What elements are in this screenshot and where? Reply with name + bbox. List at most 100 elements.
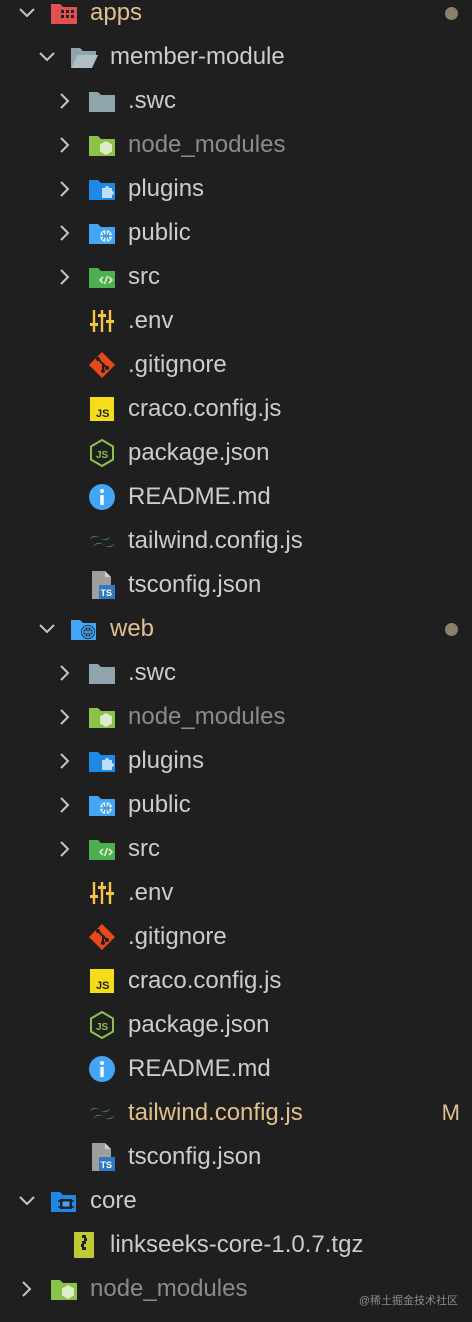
- tree-item[interactable]: .gitignore: [0, 343, 472, 387]
- chevron-right-icon[interactable]: [56, 695, 74, 739]
- tree-item-label: package.json: [128, 439, 270, 466]
- chevron-down-icon[interactable]: [38, 35, 56, 79]
- tree-item[interactable]: JS craco.config.js: [0, 959, 472, 1003]
- chevron-right-icon[interactable]: [56, 167, 74, 211]
- explorer-tree: apps member-module .swc node_modules plugi…: [0, 0, 472, 1311]
- tree-item-label: plugins: [128, 747, 205, 774]
- chevron-right-icon[interactable]: [56, 783, 74, 827]
- tree-item[interactable]: public: [0, 783, 472, 827]
- tsconfig-icon: TS: [86, 569, 118, 601]
- tree-item-label: craco.config.js: [128, 967, 282, 994]
- tailwind-icon: [86, 1097, 118, 1129]
- tree-item[interactable]: plugins: [0, 167, 472, 211]
- tree-item[interactable]: src: [0, 827, 472, 871]
- chevron-down-icon[interactable]: [38, 607, 56, 651]
- tree-item-label: .env: [128, 879, 174, 906]
- tree-item-label: package.json: [128, 1011, 270, 1038]
- modified-dot-indicator: [445, 623, 458, 636]
- tree-item-label: node_modules: [90, 1275, 248, 1302]
- tree-item[interactable]: JS craco.config.js: [0, 387, 472, 431]
- svg-text:JS: JS: [96, 408, 109, 420]
- tree-item[interactable]: public: [0, 211, 472, 255]
- chevron-right-icon[interactable]: [56, 211, 74, 255]
- tree-item[interactable]: JS package.json: [0, 431, 472, 475]
- tree-item-label: node_modules: [128, 131, 286, 158]
- folder-apps-open-icon: [48, 0, 80, 29]
- folder-src-icon: [86, 833, 118, 865]
- info-icon: [86, 481, 118, 513]
- tree-item-apps[interactable]: apps: [0, 0, 472, 35]
- tree-item-label: .env: [128, 307, 174, 334]
- tree-item-label: plugins: [128, 175, 205, 202]
- folder-node-icon: [86, 701, 118, 733]
- folder-grey-icon: [86, 657, 118, 689]
- tree-item-label: public: [128, 219, 191, 246]
- nodejs-icon: JS: [86, 437, 118, 469]
- chevron-down-icon[interactable]: [18, 1179, 36, 1223]
- env-sliders-icon: [86, 305, 118, 337]
- tsconfig-icon: TS: [86, 1141, 118, 1173]
- chevron-right-icon[interactable]: [56, 123, 74, 167]
- chevron-right-icon[interactable]: [56, 739, 74, 783]
- svg-text:JS: JS: [96, 450, 109, 461]
- info-icon: [86, 1053, 118, 1085]
- tree-item-label: tailwind.config.js: [128, 1099, 303, 1126]
- folder-core-open-icon: [48, 1185, 80, 1217]
- tree-item-member-module[interactable]: member-module: [0, 35, 472, 79]
- tree-item[interactable]: node_modules: [0, 695, 472, 739]
- folder-node-icon: [48, 1273, 80, 1305]
- tree-item[interactable]: plugins: [0, 739, 472, 783]
- tree-item-label: member-module: [110, 43, 285, 70]
- chevron-right-icon[interactable]: [56, 827, 74, 871]
- tree-item[interactable]: TS tsconfig.json: [0, 563, 472, 607]
- js-icon: JS: [86, 965, 118, 997]
- git-icon: [86, 921, 118, 953]
- tree-item-label: README.md: [128, 483, 271, 510]
- tree-item[interactable]: tailwind.config.js M: [0, 1091, 472, 1135]
- tree-item-label: public: [128, 791, 191, 818]
- chevron-right-icon[interactable]: [56, 79, 74, 123]
- svg-text:TS: TS: [101, 588, 113, 598]
- svg-text:JS: JS: [96, 1022, 109, 1033]
- tree-item[interactable]: tailwind.config.js: [0, 519, 472, 563]
- folder-src-icon: [86, 261, 118, 293]
- tree-item-label: apps: [90, 0, 143, 26]
- tree-item[interactable]: JS package.json: [0, 1003, 472, 1047]
- tree-item[interactable]: TS tsconfig.json: [0, 1135, 472, 1179]
- js-icon: JS: [86, 393, 118, 425]
- folder-open-icon: [68, 41, 100, 73]
- tree-item[interactable]: .swc: [0, 79, 472, 123]
- folder-grey-icon: [86, 85, 118, 117]
- chevron-down-icon[interactable]: [18, 0, 36, 35]
- tree-item-label: src: [128, 263, 160, 290]
- tree-item[interactable]: .env: [0, 871, 472, 915]
- tree-item-core[interactable]: core: [0, 1179, 472, 1223]
- tree-item[interactable]: .swc: [0, 651, 472, 695]
- svg-text:TS: TS: [101, 1160, 113, 1170]
- tailwind-icon: [86, 525, 118, 557]
- folder-plugin-icon: [86, 173, 118, 205]
- folder-web-open-icon: [68, 613, 100, 645]
- chevron-right-icon[interactable]: [56, 651, 74, 695]
- tree-item-label: tailwind.config.js: [128, 527, 303, 554]
- tree-item-linkseeks-core-tgz[interactable]: linkseeks-core-1.0.7.tgz: [0, 1223, 472, 1267]
- chevron-right-icon[interactable]: [56, 255, 74, 299]
- tree-item[interactable]: README.md: [0, 1047, 472, 1091]
- tree-item-label: tsconfig.json: [128, 1143, 262, 1170]
- tree-item[interactable]: README.md: [0, 475, 472, 519]
- tree-item[interactable]: .env: [0, 299, 472, 343]
- tree-item-label: .gitignore: [128, 923, 227, 950]
- tree-item-label: tsconfig.json: [128, 571, 262, 598]
- folder-node-icon: [86, 129, 118, 161]
- tree-item-label: .gitignore: [128, 351, 227, 378]
- tree-item-label: linkseeks-core-1.0.7.tgz: [110, 1231, 364, 1258]
- tree-item-label: src: [128, 835, 160, 862]
- chevron-right-icon[interactable]: [18, 1267, 36, 1311]
- tree-item[interactable]: src: [0, 255, 472, 299]
- folder-public-icon: [86, 789, 118, 821]
- tree-item[interactable]: .gitignore: [0, 915, 472, 959]
- tree-item[interactable]: node_modules: [0, 123, 472, 167]
- tree-item-web[interactable]: web: [0, 607, 472, 651]
- svg-text:JS: JS: [96, 980, 109, 992]
- tree-item-label: core: [90, 1187, 137, 1214]
